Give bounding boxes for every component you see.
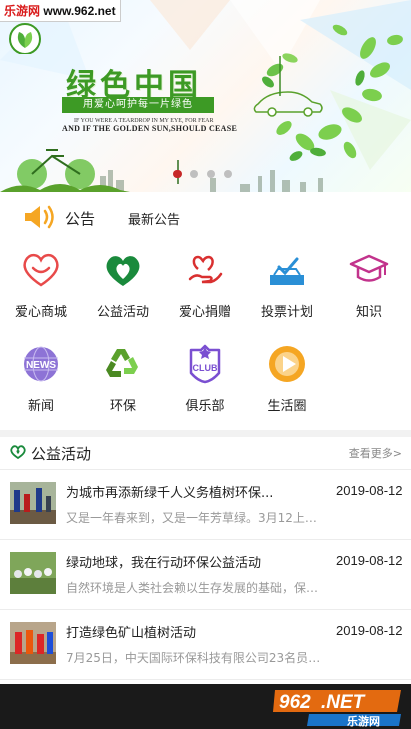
heart-smile-icon [23,253,59,287]
banner-artwork [0,0,411,192]
carousel-indicators [173,170,232,178]
grid-item-love-mall[interactable]: 爱心商城 [0,243,82,333]
recycle-icon [106,349,138,377]
svg-text:CLUB: CLUB [193,363,218,373]
carousel-dot[interactable] [207,170,215,178]
grid-item-label: 知识 [355,305,382,320]
grid-item-label: 俱乐部 [185,399,225,414]
badge-suffix: .NET [321,692,366,713]
grid-item-charity-activities[interactable]: 公益活动 [82,243,164,333]
play-circle-icon [269,346,305,382]
activity-list-item[interactable]: 打造绿色矿山植树活动 2019-08-12 7月25日，中天国际环保科技有限公司… [0,610,411,680]
activity-thumbnail [10,622,56,664]
activity-thumbnail [10,552,56,594]
club-badge-icon: CLUB [189,344,221,384]
graduation-cap-icon [349,254,389,282]
watermark-badge: 962 .NET 乐游网 [273,690,401,728]
carousel-dot[interactable] [224,170,232,178]
grid-item-label: 投票计划 [260,305,313,320]
speaker-icon [25,205,54,229]
activity-description: 又是一年春来到，又是一年芳草绿。3月12上午... [66,511,328,525]
svg-text:NEWS: NEWS [26,360,56,371]
grid-item-label: 新闻 [27,399,54,414]
app-logo-icon [9,23,41,54]
grid-item-label: 爱心捐赠 [178,305,231,320]
grid-item-label: 环保 [109,399,136,414]
grid-item-label: 生活圈 [267,399,307,414]
watermark-site: 乐游网 [4,4,41,18]
carousel-dot[interactable] [190,170,198,178]
activity-title: 为城市再添新绿千人义务植树环保... [66,486,274,501]
banner-english-line-2: AND IF THE GOLDEN SUN,SHOULD CEASE [62,124,238,133]
heart-leaf-icon [106,256,140,286]
activity-title: 打造绿色矿山植树活动 [66,626,197,641]
watermark-url: www.962.net [43,4,116,18]
announcement-label: 公告 [65,210,96,228]
badge-number: 962 [279,692,311,713]
vote-box-icon [270,257,304,285]
grid-item-label: 公益活动 [96,305,149,320]
section-header: 公益活动 查看更多> [0,437,411,470]
activity-title: 绿动地球，我在行动环保公益活动 [66,556,262,571]
activity-list-item[interactable]: 绿动地球，我在行动环保公益活动 2019-08-12 自然环境是人类社会赖以生存… [0,540,411,610]
grid-item-life-circle[interactable]: 生活圈 [246,337,328,427]
activity-date: 2019-08-12 [336,483,403,498]
news-globe-icon: NEWS [24,346,58,382]
grid-item-environment[interactable]: 环保 [82,337,164,427]
banner-subtitle: 用爱心呵护每一片绿色 [62,97,214,113]
activity-thumbnail [10,482,56,524]
view-more-link[interactable]: 查看更多> [349,445,402,461]
site-watermark: 乐游网 www.962.net [0,0,121,22]
badge-name: 乐游网 [347,714,380,728]
activity-date: 2019-08-12 [336,553,403,568]
heart-leaf-icon [10,445,26,459]
activity-list-item[interactable]: 为城市再添新绿千人义务植树环保... 2019-08-12 又是一年春来到，又是… [0,470,411,540]
grid-item-voting-plan[interactable]: 投票计划 [246,243,328,333]
grid-item-label: 爱心商城 [14,305,67,320]
activity-description: 自然环境是人类社会赖以生存发展的基础，保护... [66,581,328,595]
grid-item-donation[interactable]: 爱心捐赠 [164,243,246,333]
section-divider [0,430,411,437]
announcement-text[interactable]: 最新公告 [128,209,180,228]
activity-date: 2019-08-12 [336,623,403,638]
announcement-bar[interactable]: 公告 最新公告 [0,192,411,242]
grid-item-club[interactable]: CLUB 俱乐部 [164,337,246,427]
section-title: 公益活动 [31,445,92,463]
activity-description: 7月25日，中天国际环保科技有限公司23名员工... [66,651,328,665]
grid-item-knowledge[interactable]: 知识 [328,243,410,333]
grid-item-news[interactable]: NEWS 新闻 [0,337,82,427]
carousel-dot[interactable] [173,170,181,178]
banner-carousel[interactable]: 乐游网 www.962.net 绿色中国 用爱心呵护每一片绿色 IF YOU W… [0,0,411,192]
hand-heart-icon [188,255,223,284]
